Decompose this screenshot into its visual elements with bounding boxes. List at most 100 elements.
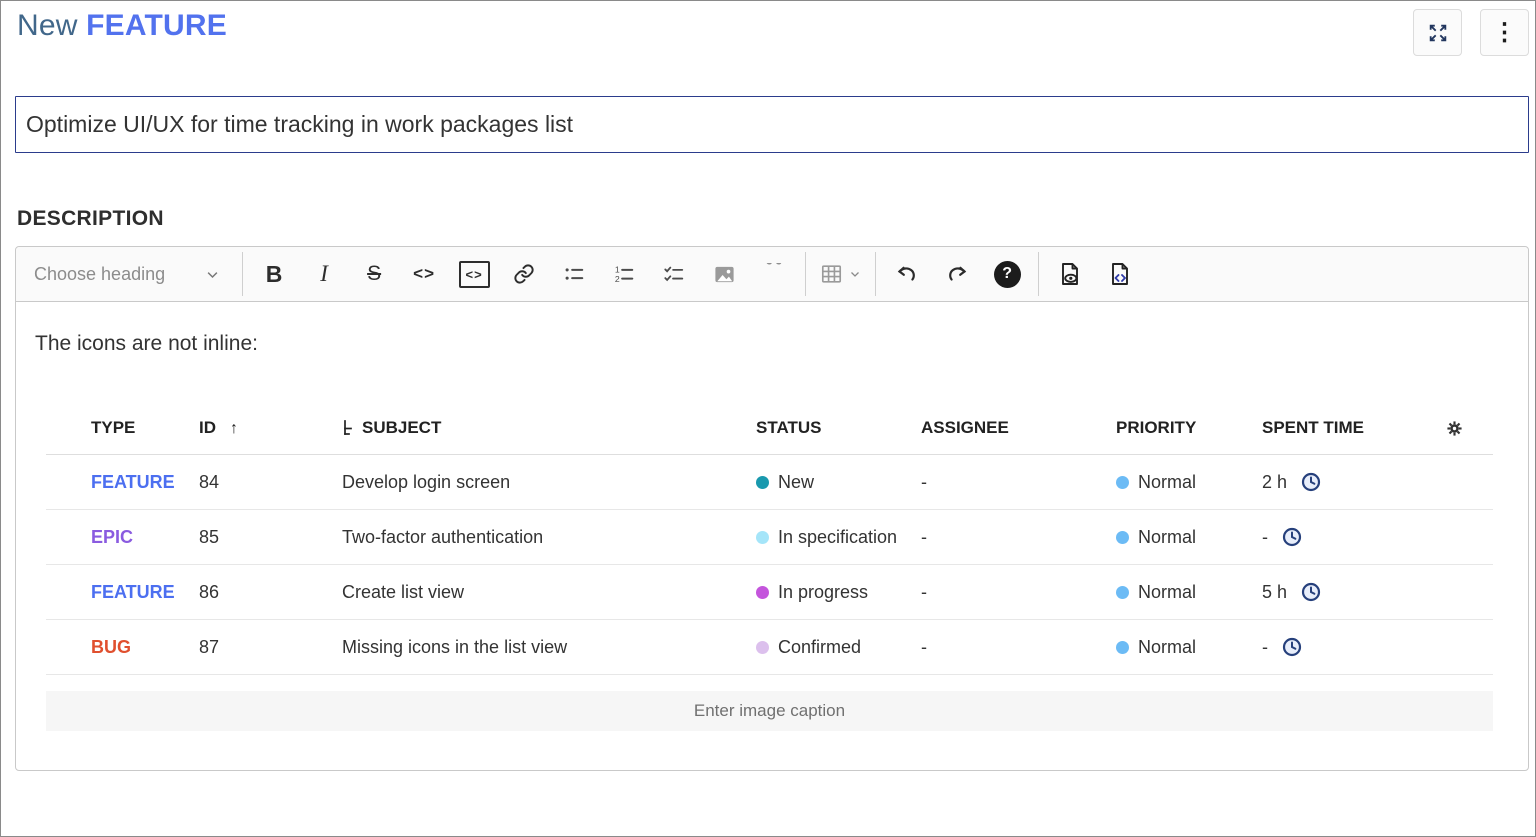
- gear-icon: [1446, 420, 1493, 437]
- editor-content-area[interactable]: The icons are not inline: TYPE ID↑: [16, 302, 1528, 731]
- toolbar-divider: [242, 252, 243, 296]
- type-cell: BUG: [46, 620, 199, 675]
- id-cell: 85: [199, 510, 342, 565]
- image-caption-placeholder: Enter image caption: [694, 701, 845, 721]
- block-quote-button[interactable]: “: [749, 253, 799, 295]
- hierarchy-icon: [342, 420, 354, 436]
- italic-button[interactable]: I: [299, 253, 349, 295]
- table-row: FEATURE 86 Create list view In progress …: [46, 565, 1493, 620]
- status-dot: [756, 476, 769, 489]
- bulleted-list-button[interactable]: [549, 253, 599, 295]
- link-icon: [513, 263, 535, 285]
- table-header-row: TYPE ID↑ SUBJECT: [46, 396, 1493, 455]
- assignee-cell: -: [921, 510, 1116, 565]
- subject-cell: Missing icons in the list view: [342, 620, 756, 675]
- priority-dot: [1116, 531, 1129, 544]
- todo-list-icon: [663, 263, 685, 285]
- column-header-assignee: ASSIGNEE: [921, 396, 1116, 455]
- description-editor: Choose heading B I S <> <>: [15, 246, 1529, 771]
- editor-toolbar: Choose heading B I S <> <>: [16, 247, 1528, 302]
- priority-dot: [1116, 476, 1129, 489]
- svg-text:2: 2: [615, 274, 620, 284]
- help-icon: ?: [994, 261, 1021, 288]
- subject-cell: Create list view: [342, 565, 756, 620]
- redo-button[interactable]: [932, 253, 982, 295]
- embedded-image-widget[interactable]: TYPE ID↑ SUBJECT: [46, 396, 1493, 731]
- priority-cell: Normal: [1116, 620, 1262, 675]
- undo-icon: [895, 262, 919, 286]
- image-icon: [713, 263, 736, 286]
- preview-icon: [1057, 261, 1083, 287]
- undo-button[interactable]: [882, 253, 932, 295]
- work-package-subject-input[interactable]: [15, 96, 1529, 153]
- priority-cell: Normal: [1116, 455, 1262, 510]
- priority-cell: Normal: [1116, 510, 1262, 565]
- insert-table-button[interactable]: [812, 253, 869, 295]
- strikethrough-button[interactable]: S: [349, 253, 399, 295]
- priority-dot: [1116, 586, 1129, 599]
- header-actions: ⋮: [1413, 9, 1529, 56]
- quote-icon: “: [764, 263, 784, 285]
- inline-code-button[interactable]: <>: [399, 253, 449, 295]
- toolbar-divider: [1038, 252, 1039, 296]
- page-title-type: FEATURE: [86, 9, 227, 42]
- fullscreen-button[interactable]: [1413, 9, 1462, 56]
- todo-list-button[interactable]: [649, 253, 699, 295]
- status-dot: [756, 586, 769, 599]
- table-row: FEATURE 84 Develop login screen New - No…: [46, 455, 1493, 510]
- table-row: EPIC 85 Two-factor authentication In spe…: [46, 510, 1493, 565]
- assignee-cell: -: [921, 620, 1116, 675]
- strikethrough-icon: S: [367, 262, 381, 286]
- sort-asc-icon: ↑: [230, 420, 238, 437]
- spent-time-cell: 2 h: [1262, 455, 1446, 510]
- table-row: BUG 87 Missing icons in the list view Co…: [46, 620, 1493, 675]
- assignee-cell: -: [921, 565, 1116, 620]
- type-cell: FEATURE: [46, 455, 199, 510]
- toolbar-divider: [875, 252, 876, 296]
- clock-icon: [1301, 472, 1321, 492]
- insert-image-button[interactable]: [699, 253, 749, 295]
- page-header: New FEATURE ⋮: [1, 1, 1535, 56]
- bold-icon: B: [266, 261, 283, 288]
- table-icon: [820, 263, 843, 285]
- clock-icon: [1301, 582, 1321, 602]
- bold-button[interactable]: B: [249, 253, 299, 295]
- numbered-list-button[interactable]: 1 2: [599, 253, 649, 295]
- show-source-button[interactable]: [1095, 253, 1145, 295]
- preview-button[interactable]: [1045, 253, 1095, 295]
- status-cell: In specification: [756, 510, 921, 565]
- link-button[interactable]: [499, 253, 549, 295]
- page-title-prefix: New: [17, 9, 86, 42]
- status-cell: Confirmed: [756, 620, 921, 675]
- clock-icon: [1282, 527, 1302, 547]
- source-code-icon: [1107, 261, 1133, 287]
- status-cell: In progress: [756, 565, 921, 620]
- subject-cell: Two-factor authentication: [342, 510, 756, 565]
- spent-time-cell: 5 h: [1262, 565, 1446, 620]
- chevron-down-icon: [205, 267, 220, 282]
- editor-paragraph: The icons are not inline:: [35, 332, 1528, 356]
- numbered-list-icon: 1 2: [613, 263, 635, 285]
- column-header-subject: SUBJECT: [342, 396, 756, 455]
- heading-dropdown-label: Choose heading: [34, 264, 165, 285]
- redo-icon: [945, 262, 969, 286]
- toolbar-divider: [805, 252, 806, 296]
- clock-icon: [1282, 637, 1302, 657]
- spent-time-cell: -: [1262, 510, 1446, 565]
- priority-dot: [1116, 641, 1129, 654]
- heading-dropdown[interactable]: Choose heading: [34, 264, 236, 285]
- id-cell: 86: [199, 565, 342, 620]
- image-caption-field[interactable]: Enter image caption: [46, 691, 1493, 731]
- status-dot: [756, 531, 769, 544]
- code-block-button[interactable]: <>: [449, 253, 499, 295]
- more-menu-button[interactable]: ⋮: [1480, 9, 1529, 56]
- column-header-id: ID↑: [199, 396, 342, 455]
- description-label: DESCRIPTION: [17, 207, 1535, 231]
- priority-cell: Normal: [1116, 565, 1262, 620]
- spent-time-cell: -: [1262, 620, 1446, 675]
- column-settings-header: [1446, 396, 1493, 455]
- subject-cell: Develop login screen: [342, 455, 756, 510]
- id-cell: 84: [199, 455, 342, 510]
- help-button[interactable]: ?: [982, 253, 1032, 295]
- chevron-down-icon: [849, 268, 861, 280]
